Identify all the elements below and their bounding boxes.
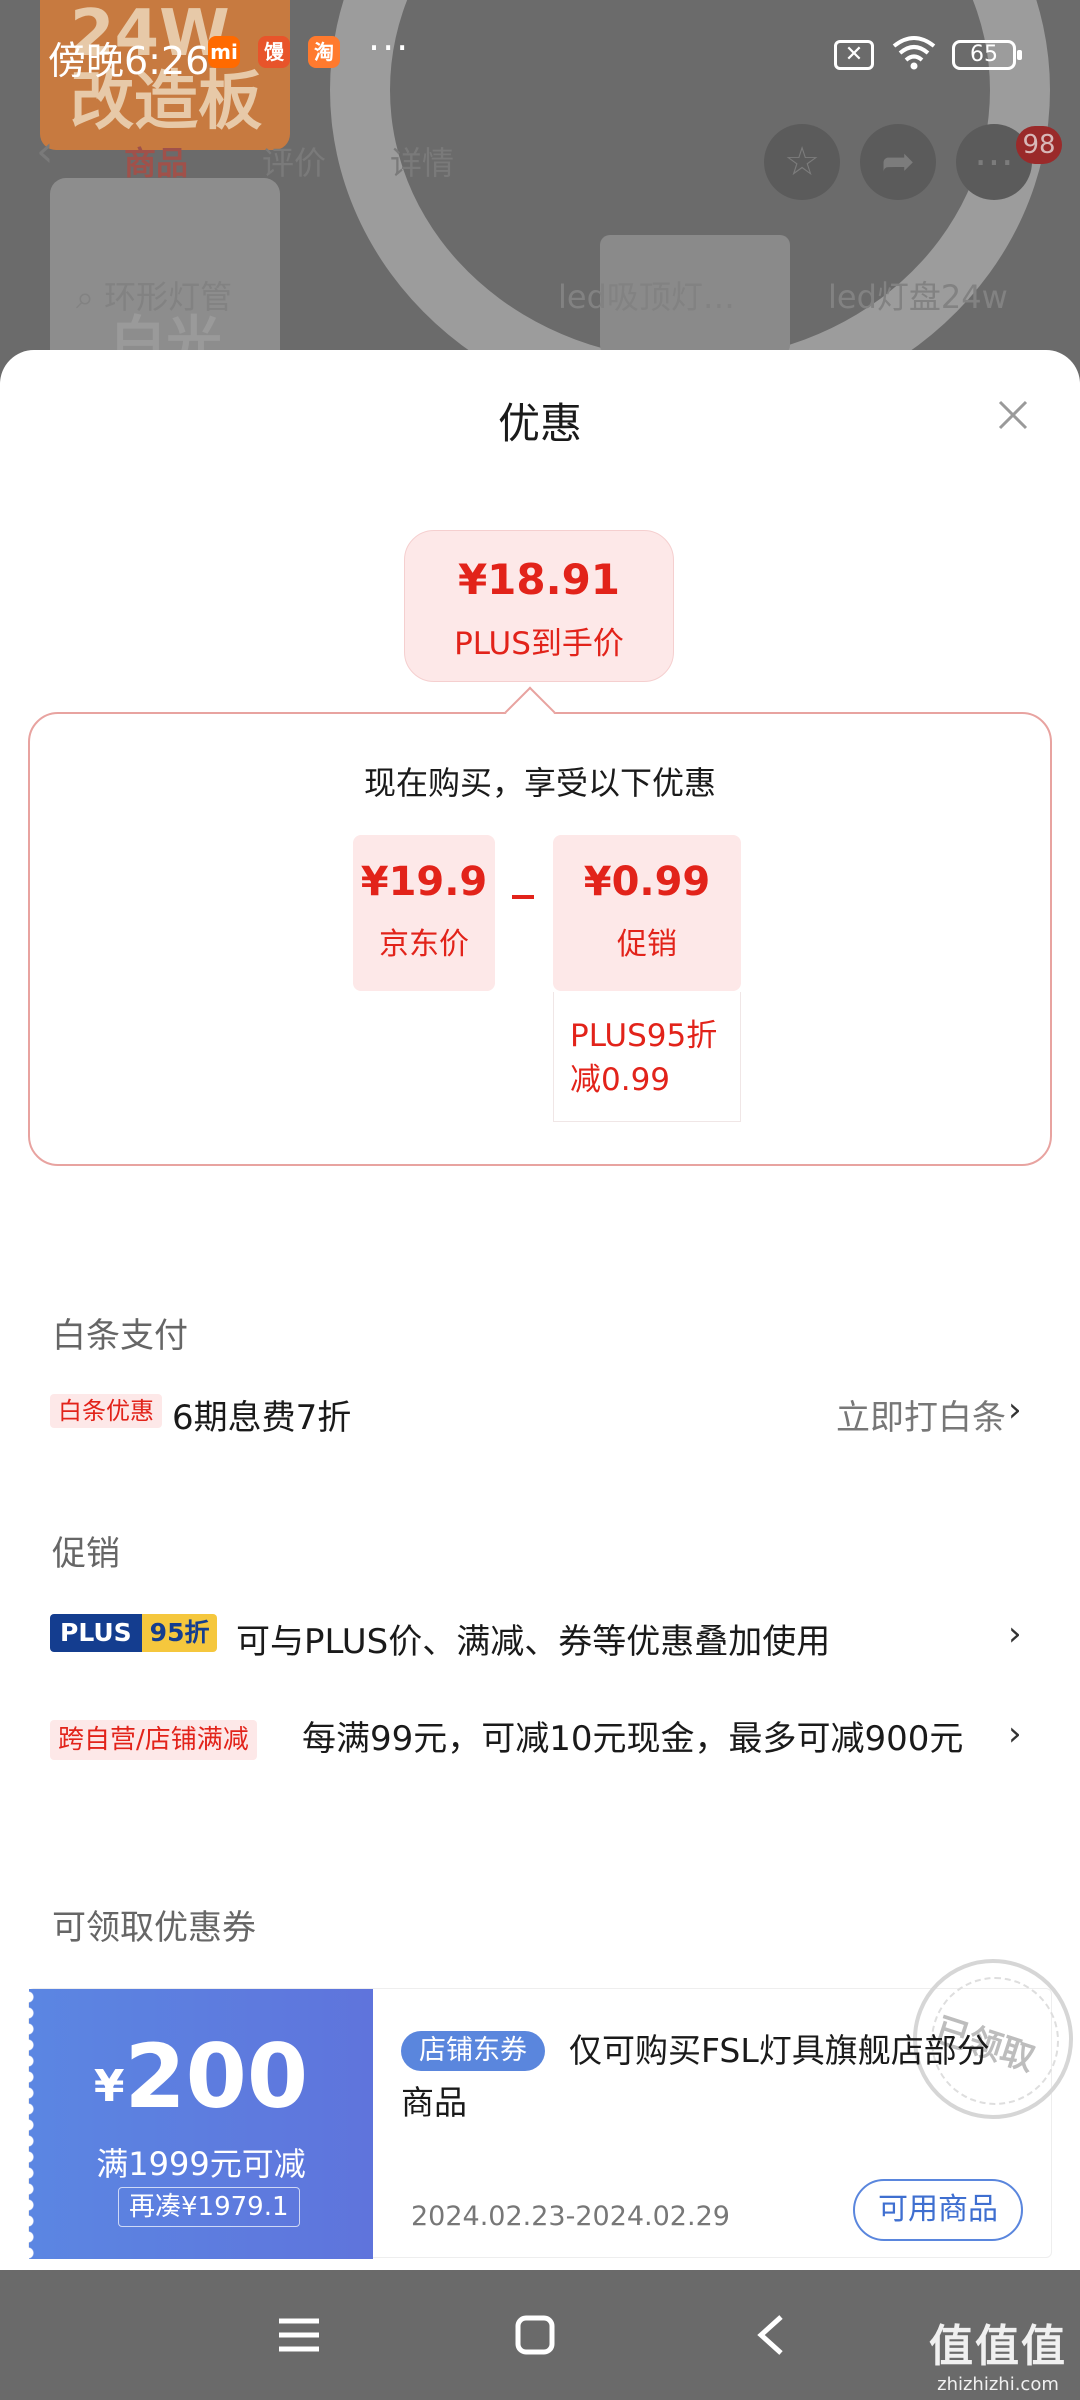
coupon-validity-date: 2024.02.23-2024.02.29 bbox=[411, 2201, 730, 2232]
plus-final-price: ¥18.91 PLUS到手价 bbox=[404, 530, 674, 682]
discount-sheet: 优惠 ¥18.91 PLUS到手价 现在购买，享受以下优惠 ¥19.9 京东价 … bbox=[0, 350, 1080, 2270]
coupon-value-panel: ¥200 满1999元可减 再凑¥1979.1 bbox=[28, 1989, 373, 2259]
usable-products-button[interactable]: 可用商品 bbox=[853, 2179, 1023, 2241]
store-coupon-card[interactable]: ¥200 满1999元可减 再凑¥1979.1 已领取 店铺东券 仅可购买FSL… bbox=[28, 1959, 1073, 2259]
plus-promo-text[interactable]: 可与PLUS价、满减、券等优惠叠加使用 bbox=[236, 1614, 830, 1663]
baitiao-action[interactable]: 立即打白条 bbox=[836, 1390, 1006, 1439]
promo-label: 促销 bbox=[617, 927, 677, 962]
search-hint: ⌕ 环形灯管 bbox=[76, 278, 233, 316]
coupon-amount-value: 200 bbox=[124, 2025, 309, 2128]
plus-tag-label: PLUS bbox=[50, 1614, 142, 1652]
discount-heading: 现在购买，享受以下优惠 bbox=[363, 764, 716, 802]
store-discount-tag: 跨自营/店铺满减 bbox=[50, 1720, 257, 1760]
favorite-star-icon: ☆ bbox=[764, 124, 840, 200]
app-notification-icon: 馒 bbox=[258, 36, 290, 68]
menu-icon[interactable] bbox=[264, 2300, 334, 2370]
watermark-url: zhizhizhi.com bbox=[937, 2374, 1059, 2395]
back-nav-icon[interactable] bbox=[736, 2300, 806, 2370]
watermark-logo-text: 值值值 bbox=[929, 2321, 1067, 2372]
jd-price-value: ¥19.9 bbox=[360, 859, 488, 905]
promo-amount: ¥0.99 bbox=[583, 859, 711, 905]
battery-icon: 65 bbox=[952, 40, 1022, 70]
status-bar: 傍晚6:26 mi 馒 淘 ··· ✕ 65 bbox=[0, 0, 1080, 108]
site-watermark: 值值值 zhizhizhi.com bbox=[928, 2310, 1068, 2395]
close-icon[interactable] bbox=[992, 394, 1034, 436]
coupon-amount: ¥200 bbox=[29, 2025, 373, 2128]
store-discount-text[interactable]: 每满99元，可减10元现金，最多可减900元 bbox=[302, 1714, 982, 1764]
store-discount-chevron-icon[interactable]: › bbox=[1008, 1714, 1022, 1754]
system-nav-bar bbox=[0, 2270, 1080, 2400]
baitiao-tag: 白条优惠 bbox=[50, 1394, 162, 1428]
baitiao-section-title: 白条支付 bbox=[52, 1316, 188, 1356]
baitiao-chevron-icon[interactable]: › bbox=[1008, 1390, 1022, 1430]
search-hint-3: led灯盘24w bbox=[828, 278, 1008, 316]
minus-sign bbox=[512, 895, 534, 899]
plus-promo-chevron-icon[interactable]: › bbox=[1008, 1614, 1022, 1654]
tab-review: 评价 bbox=[262, 144, 327, 182]
plus-95-tag: PLUS 95折 bbox=[50, 1614, 218, 1652]
final-price-value: ¥18.91 bbox=[457, 555, 621, 604]
final-price-label: PLUS到手价 bbox=[454, 626, 624, 662]
baitiao-text: 6期息费7折 bbox=[172, 1398, 352, 1438]
tab-detail: 详情 bbox=[390, 144, 455, 182]
mi-app-icon: mi bbox=[208, 36, 240, 68]
coupon-remaining: 再凑¥1979.1 bbox=[118, 2187, 300, 2227]
no-sim-icon: ✕ bbox=[834, 40, 874, 70]
coupon-currency: ¥ bbox=[93, 2061, 125, 2112]
tab-product: 商品 bbox=[124, 144, 189, 182]
taobao-icon: 淘 bbox=[308, 36, 340, 68]
jd-price-card: ¥19.9 京东价 bbox=[353, 835, 495, 991]
status-time: 傍晚6:26 bbox=[48, 39, 210, 83]
plus-discount-label: 95折 bbox=[141, 1614, 218, 1652]
home-icon[interactable] bbox=[500, 2300, 570, 2370]
more-notifications-icon: ··· bbox=[368, 26, 411, 70]
promotion-section-title: 促销 bbox=[52, 1534, 120, 1574]
back-icon: ‹ bbox=[36, 126, 54, 177]
wifi-icon bbox=[892, 36, 936, 70]
search-hint-2: led吸顶灯… bbox=[558, 278, 735, 316]
jd-price-label: 京东价 bbox=[379, 927, 469, 962]
coupon-section-title: 可领取优惠券 bbox=[52, 1908, 256, 1948]
promo-detail: PLUS95折减0.99 bbox=[553, 992, 741, 1122]
promo-card: ¥0.99 促销 bbox=[553, 835, 741, 991]
message-badge: 98 bbox=[1016, 126, 1062, 164]
sheet-title: 优惠 bbox=[497, 399, 582, 448]
coupon-description: 仅可购买FSL灯具旗舰店部分商品 bbox=[401, 2031, 990, 2122]
share-icon: ➦ bbox=[860, 124, 936, 200]
coupon-condition: 满1999元可减 bbox=[96, 2145, 306, 2183]
